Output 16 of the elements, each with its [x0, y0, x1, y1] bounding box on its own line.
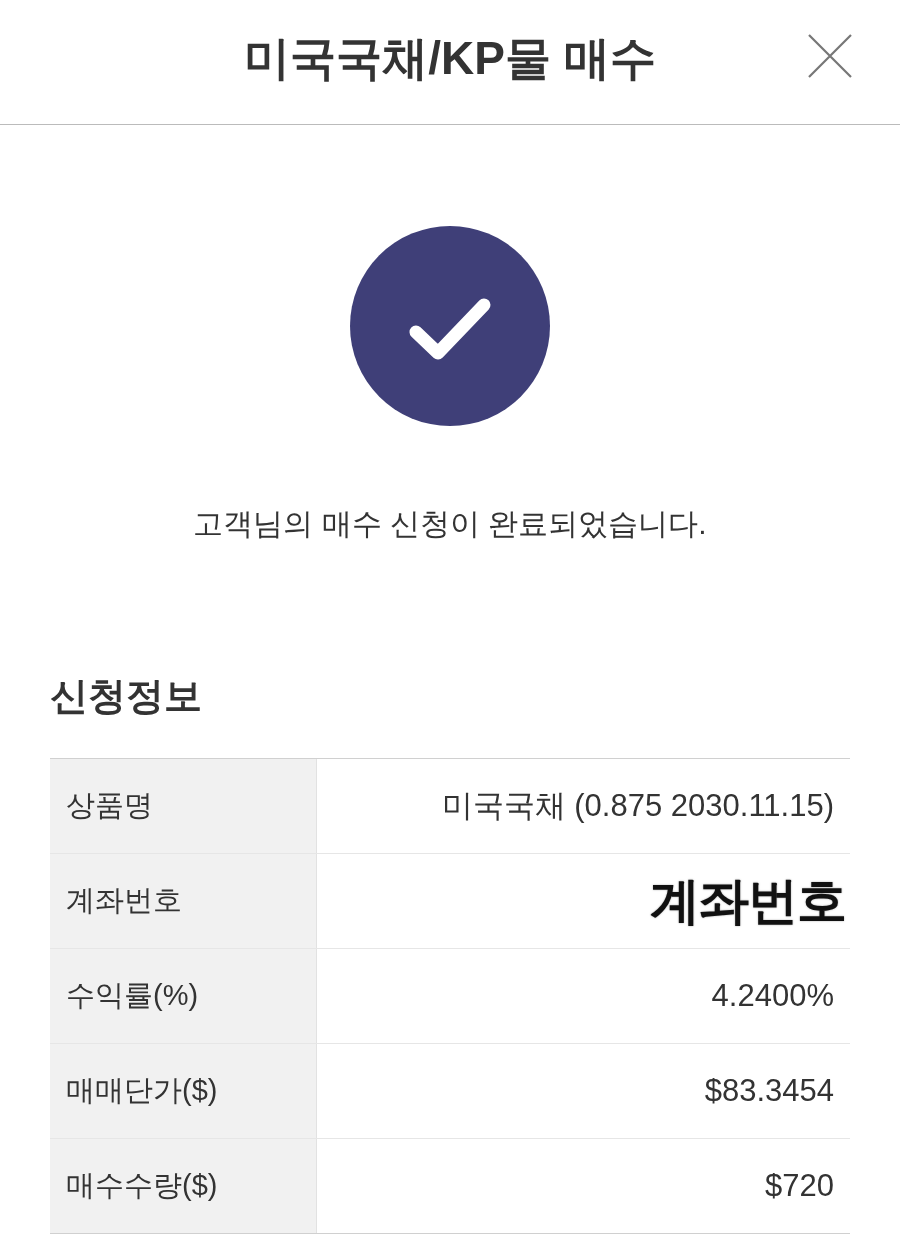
value-cell-text: 4.2400% — [710, 977, 835, 1015]
close-icon — [808, 34, 852, 78]
completion-message: 고객님의 매수 신청이 완료되었습니다. — [193, 506, 707, 542]
label-cell: 계좌번호 — [50, 854, 317, 948]
value-cell-text: $720 — [764, 1167, 835, 1205]
close-button[interactable] — [808, 34, 852, 78]
label-cell: 매매단가($) — [50, 1044, 317, 1138]
label-cell: 매수수량($) — [50, 1139, 317, 1233]
value-cell-text: 미국국채 (0.875 2030.11.15) — [440, 787, 835, 825]
value-cell-text: 계좌번호 — [649, 871, 847, 931]
value-cell-text: $83.3454 — [703, 1072, 835, 1110]
check-circle-icon — [350, 226, 550, 426]
page-title: 미국국채/KP물 매수 — [244, 31, 656, 86]
label-cell: 수익률(%) — [50, 949, 317, 1043]
label-cell: 상품명 — [50, 759, 317, 853]
section-title: 신청정보 — [50, 674, 203, 719]
